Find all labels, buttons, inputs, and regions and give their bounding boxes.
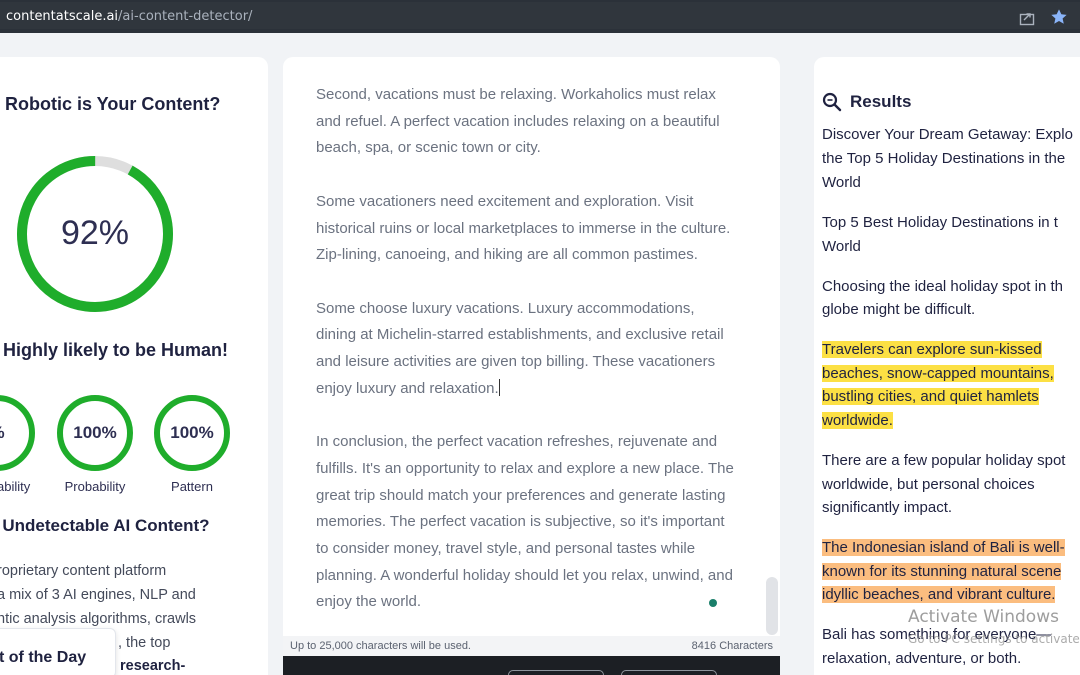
action-button[interactable] xyxy=(508,670,604,675)
result-sentence-line: Travelers can explore sun-kissed xyxy=(822,339,1042,361)
text-paragraph: Some vacationers need excitement and exp… xyxy=(316,192,731,264)
character-count: 8416 Characters xyxy=(691,640,773,652)
score-title: w Robotic is Your Content? xyxy=(0,94,221,114)
sentence-text: There are a few popular holiday spot xyxy=(822,452,1066,469)
highlighted-sentence-text: Travelers can explore sun-kissed xyxy=(822,341,1042,358)
result-sentence-line: beaches, snow-capped mountains, xyxy=(822,363,1054,385)
sentence-text: Top 5 Best Holiday Destinations in t xyxy=(822,214,1058,231)
verdict-text: Highly likely to be Human! xyxy=(3,340,229,360)
about-text-line: , the top xyxy=(118,635,171,651)
about-text-line: research- xyxy=(120,658,186,674)
highlighted-sentence-text: beaches, snow-capped mountains, xyxy=(822,365,1054,382)
product-of-the-day-badge[interactable]: t of the Day xyxy=(0,628,116,675)
pattern-label: Pattern xyxy=(171,479,213,494)
result-sentence-line: Discover Your Dream Getaway: Explo xyxy=(822,124,1073,146)
text-paragraph: Second, vacations must be relaxing. Work… xyxy=(316,86,720,157)
result-sentence-line: globe might be difficult. xyxy=(822,299,975,321)
editor-scrollbar[interactable] xyxy=(766,577,778,635)
highlighted-sentence-text: known for its stunning natural scene xyxy=(822,563,1062,580)
text-paragraph: Some choose luxury vacations. Luxury acc… xyxy=(316,296,736,403)
pattern-value: 100% xyxy=(170,423,214,442)
result-sentence-line: known for its stunning natural scene xyxy=(822,561,1062,583)
sentence-text: Choosing the ideal holiday spot in th xyxy=(822,278,1063,295)
content-textarea[interactable]: Second, vacations must be relaxing. Work… xyxy=(316,82,736,643)
text-paragraph-content: Some choose luxury vacations. Luxury acc… xyxy=(316,299,724,397)
undetectable-heading: t Undetectable AI Content? xyxy=(0,516,210,535)
result-sentence-line: World xyxy=(822,172,861,194)
highlighted-sentence-text: idyllic beaches, and vibrant culture. xyxy=(822,586,1056,603)
bookmark-star-icon[interactable] xyxy=(1050,8,1068,26)
promo-label: t of the Day xyxy=(0,649,87,666)
highlighted-sentence-text: worldwide. xyxy=(822,412,893,429)
result-sentence-line: worldwide. xyxy=(822,410,893,432)
action-bar xyxy=(283,656,780,675)
activate-windows-watermark: Activate Windows xyxy=(908,607,1059,627)
about-text-line: roprietary content platform xyxy=(0,563,167,579)
result-sentence-line: bustling cities, and quiet hamlets xyxy=(822,386,1039,408)
sentence-text: World xyxy=(822,174,861,191)
url-path: /ai-content-detector/ xyxy=(118,9,253,24)
search-icon xyxy=(822,92,842,112)
result-sentence-line: relaxation, adventure, or both. xyxy=(822,648,1021,670)
readability-label: ability xyxy=(0,479,31,494)
sentence-text: significantly impact. xyxy=(822,499,953,516)
probability-value: 100% xyxy=(73,423,117,442)
probability-label: Probability xyxy=(64,479,126,494)
sentence-text: World xyxy=(822,238,861,255)
sentence-text: relaxation, adventure, or both. xyxy=(822,650,1022,667)
share-icon[interactable] xyxy=(1018,9,1036,27)
sentence-text: Discover Your Dream Getaway: Explo xyxy=(822,126,1073,143)
result-sentence-line: Choosing the ideal holiday spot in th xyxy=(822,276,1063,298)
editor-footer: Up to 25,000 characters will be used. 84… xyxy=(283,636,780,656)
result-sentence-line: Top 5 Best Holiday Destinations in t xyxy=(822,212,1058,234)
result-sentence-line: World xyxy=(822,236,861,258)
readability-value: % xyxy=(0,423,37,443)
text-caret xyxy=(498,378,500,396)
text-paragraph: In conclusion, the perfect vacation refr… xyxy=(316,433,734,611)
results-title: Results xyxy=(850,92,912,111)
about-text-line: a mix of 3 AI engines, NLP and xyxy=(0,587,196,603)
highlighted-sentence-text: The Indonesian island of Bali is well- xyxy=(822,539,1065,556)
character-limit-note: Up to 25,000 characters will be used. xyxy=(290,640,471,652)
url-host: contentatscale.ai xyxy=(6,9,119,24)
action-button[interactable] xyxy=(621,670,717,675)
highlighted-sentence-text: bustling cities, and quiet hamlets xyxy=(822,388,1039,405)
result-sentence-line: significantly impact. xyxy=(822,497,952,519)
results-header: Results xyxy=(822,92,911,112)
about-text-line: ntic analysis algorithms, crawls xyxy=(0,611,197,627)
result-sentence-line: There are a few popular holiday spot xyxy=(822,450,1065,472)
activate-windows-subtext: Go to PC settings to activate xyxy=(908,632,1080,646)
score-value: 92% xyxy=(60,214,130,252)
result-sentence-line: worldwide, but personal choices xyxy=(822,474,1035,496)
score-panel xyxy=(0,57,268,675)
address-bar[interactable]: contentatscale.ai/ai-content-detector/ xyxy=(0,2,1080,29)
result-sentence-line: The Indonesian island of Bali is well- xyxy=(822,537,1065,559)
result-sentence-line: the Top 5 Holiday Destinations in the xyxy=(822,148,1065,170)
browser-toolbar: contentatscale.ai/ai-content-detector/ xyxy=(0,0,1080,33)
grammar-indicator-dot[interactable] xyxy=(709,599,717,607)
sentence-text: worldwide, but personal choices xyxy=(822,476,1035,493)
result-sentence-line: idyllic beaches, and vibrant culture. xyxy=(822,584,1056,606)
sentence-text: the Top 5 Holiday Destinations in the xyxy=(822,150,1066,167)
url-text[interactable]: contentatscale.ai/ai-content-detector/ xyxy=(6,9,252,24)
sentence-text: globe might be difficult. xyxy=(822,301,976,318)
